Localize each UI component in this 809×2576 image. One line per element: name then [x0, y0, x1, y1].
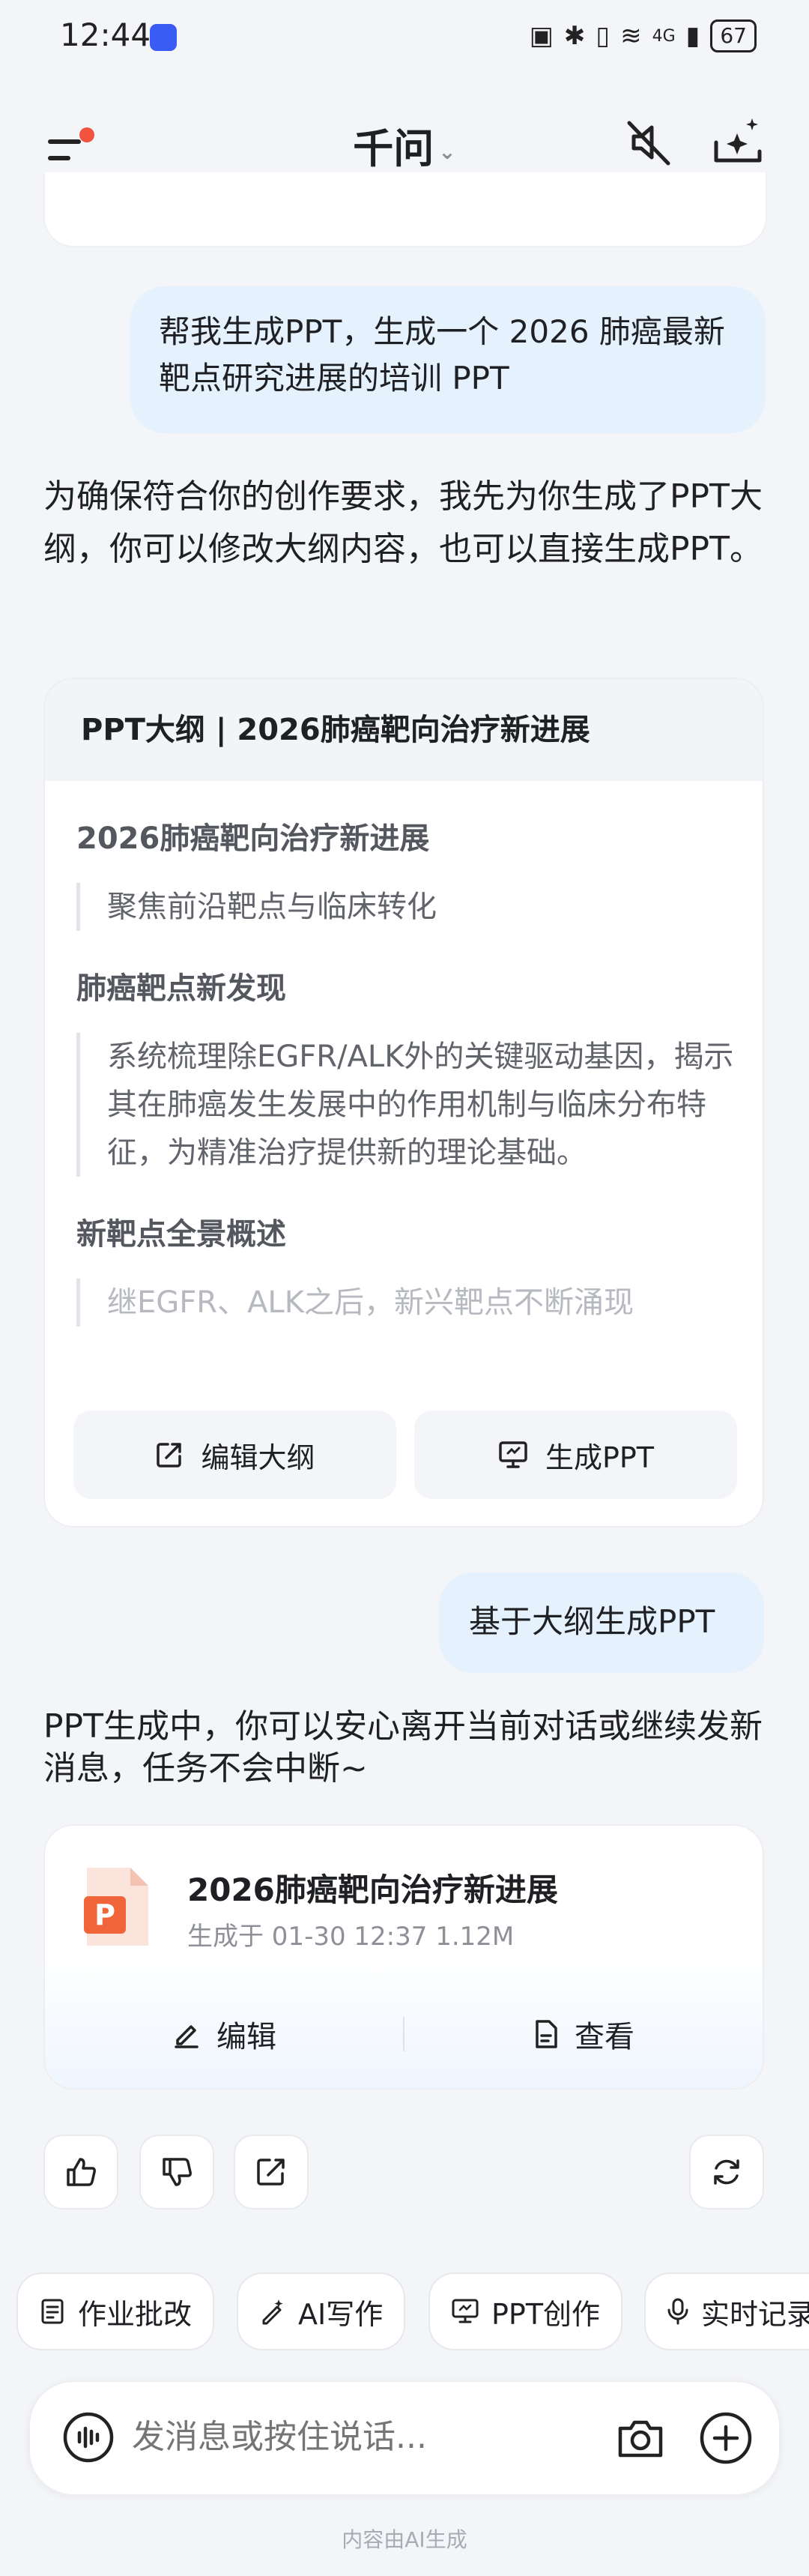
like-button[interactable]: [43, 2135, 118, 2209]
user-message-bubble: 帮我生成PPT，生成一个 2026 肺癌最新靶点研究进展的培训 PPT: [130, 286, 766, 433]
status-bar: 12:44 ▣ ✱ ▯ ≋ 4G ▮ 67: [0, 0, 809, 78]
nfc-icon: ▣: [529, 21, 554, 51]
previous-message-card: [43, 172, 767, 247]
chip-live-recording[interactable]: 实时记录: [644, 2272, 809, 2350]
model-selector[interactable]: 千问 ⌄: [0, 115, 809, 175]
generate-ppt-button[interactable]: 生成PPT: [414, 1411, 737, 1499]
view-file-button[interactable]: 查看: [404, 2012, 763, 2056]
outline-body: 2026肺癌靶向治疗新进展 聚焦前沿靶点与临床转化 肺癌靶点新发现 系统梳理除E…: [76, 814, 736, 1360]
chip-ppt-creation[interactable]: PPT创作: [428, 2272, 623, 2350]
chip-ai-writing[interactable]: AI写作: [237, 2272, 406, 2350]
generate-ppt-label: 生成PPT: [545, 1441, 655, 1474]
checklist-icon: [41, 2299, 64, 2324]
message-input-bar: [28, 2380, 781, 2496]
chip-homework-correction[interactable]: 作业批改: [16, 2272, 215, 2350]
svg-text:P: P: [94, 1898, 115, 1931]
bluetooth-icon: ✱: [563, 21, 586, 51]
outline-text: 继EGFR、ALK之后，新兴靶点不断涌现: [76, 1279, 736, 1327]
chip-label: AI写作: [298, 2297, 384, 2331]
outline-text: 聚焦前沿靶点与临床转化: [76, 883, 736, 931]
quick-actions: 作业批改 AI写作 PPT创作 实时记录: [16, 2272, 809, 2353]
message-input[interactable]: [132, 2418, 536, 2456]
status-time: 12:44: [60, 16, 151, 53]
signal-icon: ▮: [685, 21, 700, 51]
outline-actions: 编辑大纲 生成PPT: [73, 1411, 737, 1499]
edit-external-icon: [157, 1443, 182, 1468]
ppt-file-icon: P: [84, 1868, 148, 1946]
vibrate-icon: ▯: [596, 21, 610, 51]
chip-label: 作业批改: [78, 2297, 193, 2331]
file-actions: 编辑 查看: [45, 2000, 763, 2069]
outline-heading: 肺癌靶点新发现: [76, 971, 286, 1006]
edit-outline-button[interactable]: 编辑大纲: [73, 1411, 396, 1499]
file-title: 2026肺癌靶向治疗新进展: [187, 1871, 558, 1908]
new-chat-sparkle-icon[interactable]: [712, 115, 764, 168]
app-notification-icon: [150, 24, 177, 51]
page-title: 千问: [353, 125, 434, 172]
outline-header: PPT大纲 | 2026肺癌靶向治疗新进展: [45, 679, 763, 781]
chevron-down-icon: ⌄: [438, 139, 456, 164]
outline-text: 系统梳理除EGFR/ALK外的关键驱动基因，揭示其在肺癌发生发展中的作用机制与临…: [76, 1033, 736, 1177]
presentation-icon: [452, 2299, 479, 2323]
file-meta: 生成于 01-30 12:37 1.12M: [187, 1922, 515, 1952]
edit-outline-label: 编辑大纲: [201, 1441, 315, 1474]
regenerate-button[interactable]: [689, 2135, 764, 2209]
view-file-label: 查看: [575, 2020, 634, 2054]
wifi-icon: ≋: [620, 21, 642, 51]
ai-message-text: 为确保符合你的创作要求，我先为你生成了PPT大纲，你可以修改大纲内容，也可以直接…: [43, 477, 763, 568]
chip-label: 实时记录: [701, 2297, 809, 2331]
document-icon: [536, 2020, 557, 2048]
microphone-icon: [667, 2298, 688, 2325]
outline-heading: 新靶点全景概述: [76, 1217, 286, 1252]
chip-label: PPT创作: [491, 2297, 601, 2331]
thumbs-down-icon: [163, 2158, 192, 2186]
user-message-bubble: 基于大纲生成PPT: [439, 1572, 764, 1673]
network-label: 4G: [652, 26, 676, 46]
voice-input-icon[interactable]: [61, 2410, 115, 2464]
pencil-icon: [175, 2025, 199, 2048]
ai-message-text: PPT生成中，你可以安心离开当前对话或继续发新消息，任务不会中断~: [43, 1707, 763, 1788]
magic-pen-icon: [262, 2299, 283, 2325]
refresh-icon: [714, 2159, 739, 2185]
outline-heading: 2026肺癌靶向治疗新进展: [76, 821, 430, 856]
dislike-button[interactable]: [139, 2135, 214, 2209]
battery-indicator: 67: [710, 19, 757, 52]
ppt-file-card[interactable]: P 2026肺癌靶向治疗新进展 生成于 01-30 12:37 1.12M 编辑…: [43, 1824, 764, 2090]
outline-card: PPT大纲 | 2026肺癌靶向治疗新进展 2026肺癌靶向治疗新进展 聚焦前沿…: [43, 678, 764, 1527]
edit-file-button[interactable]: 编辑: [45, 2012, 403, 2056]
share-icon: [257, 2159, 285, 2186]
camera-icon[interactable]: [614, 2412, 667, 2464]
add-icon[interactable]: [698, 2410, 754, 2466]
mute-icon[interactable]: [623, 117, 674, 168]
status-icons: ▣ ✱ ▯ ≋ 4G ▮ 67: [530, 19, 757, 52]
edit-file-label: 编辑: [216, 2020, 276, 2054]
share-button[interactable]: [234, 2135, 309, 2209]
ai-disclaimer: 内容由AI生成: [342, 2527, 467, 2552]
thumbs-up-icon: [67, 2158, 96, 2186]
presentation-icon: [499, 1441, 527, 1468]
